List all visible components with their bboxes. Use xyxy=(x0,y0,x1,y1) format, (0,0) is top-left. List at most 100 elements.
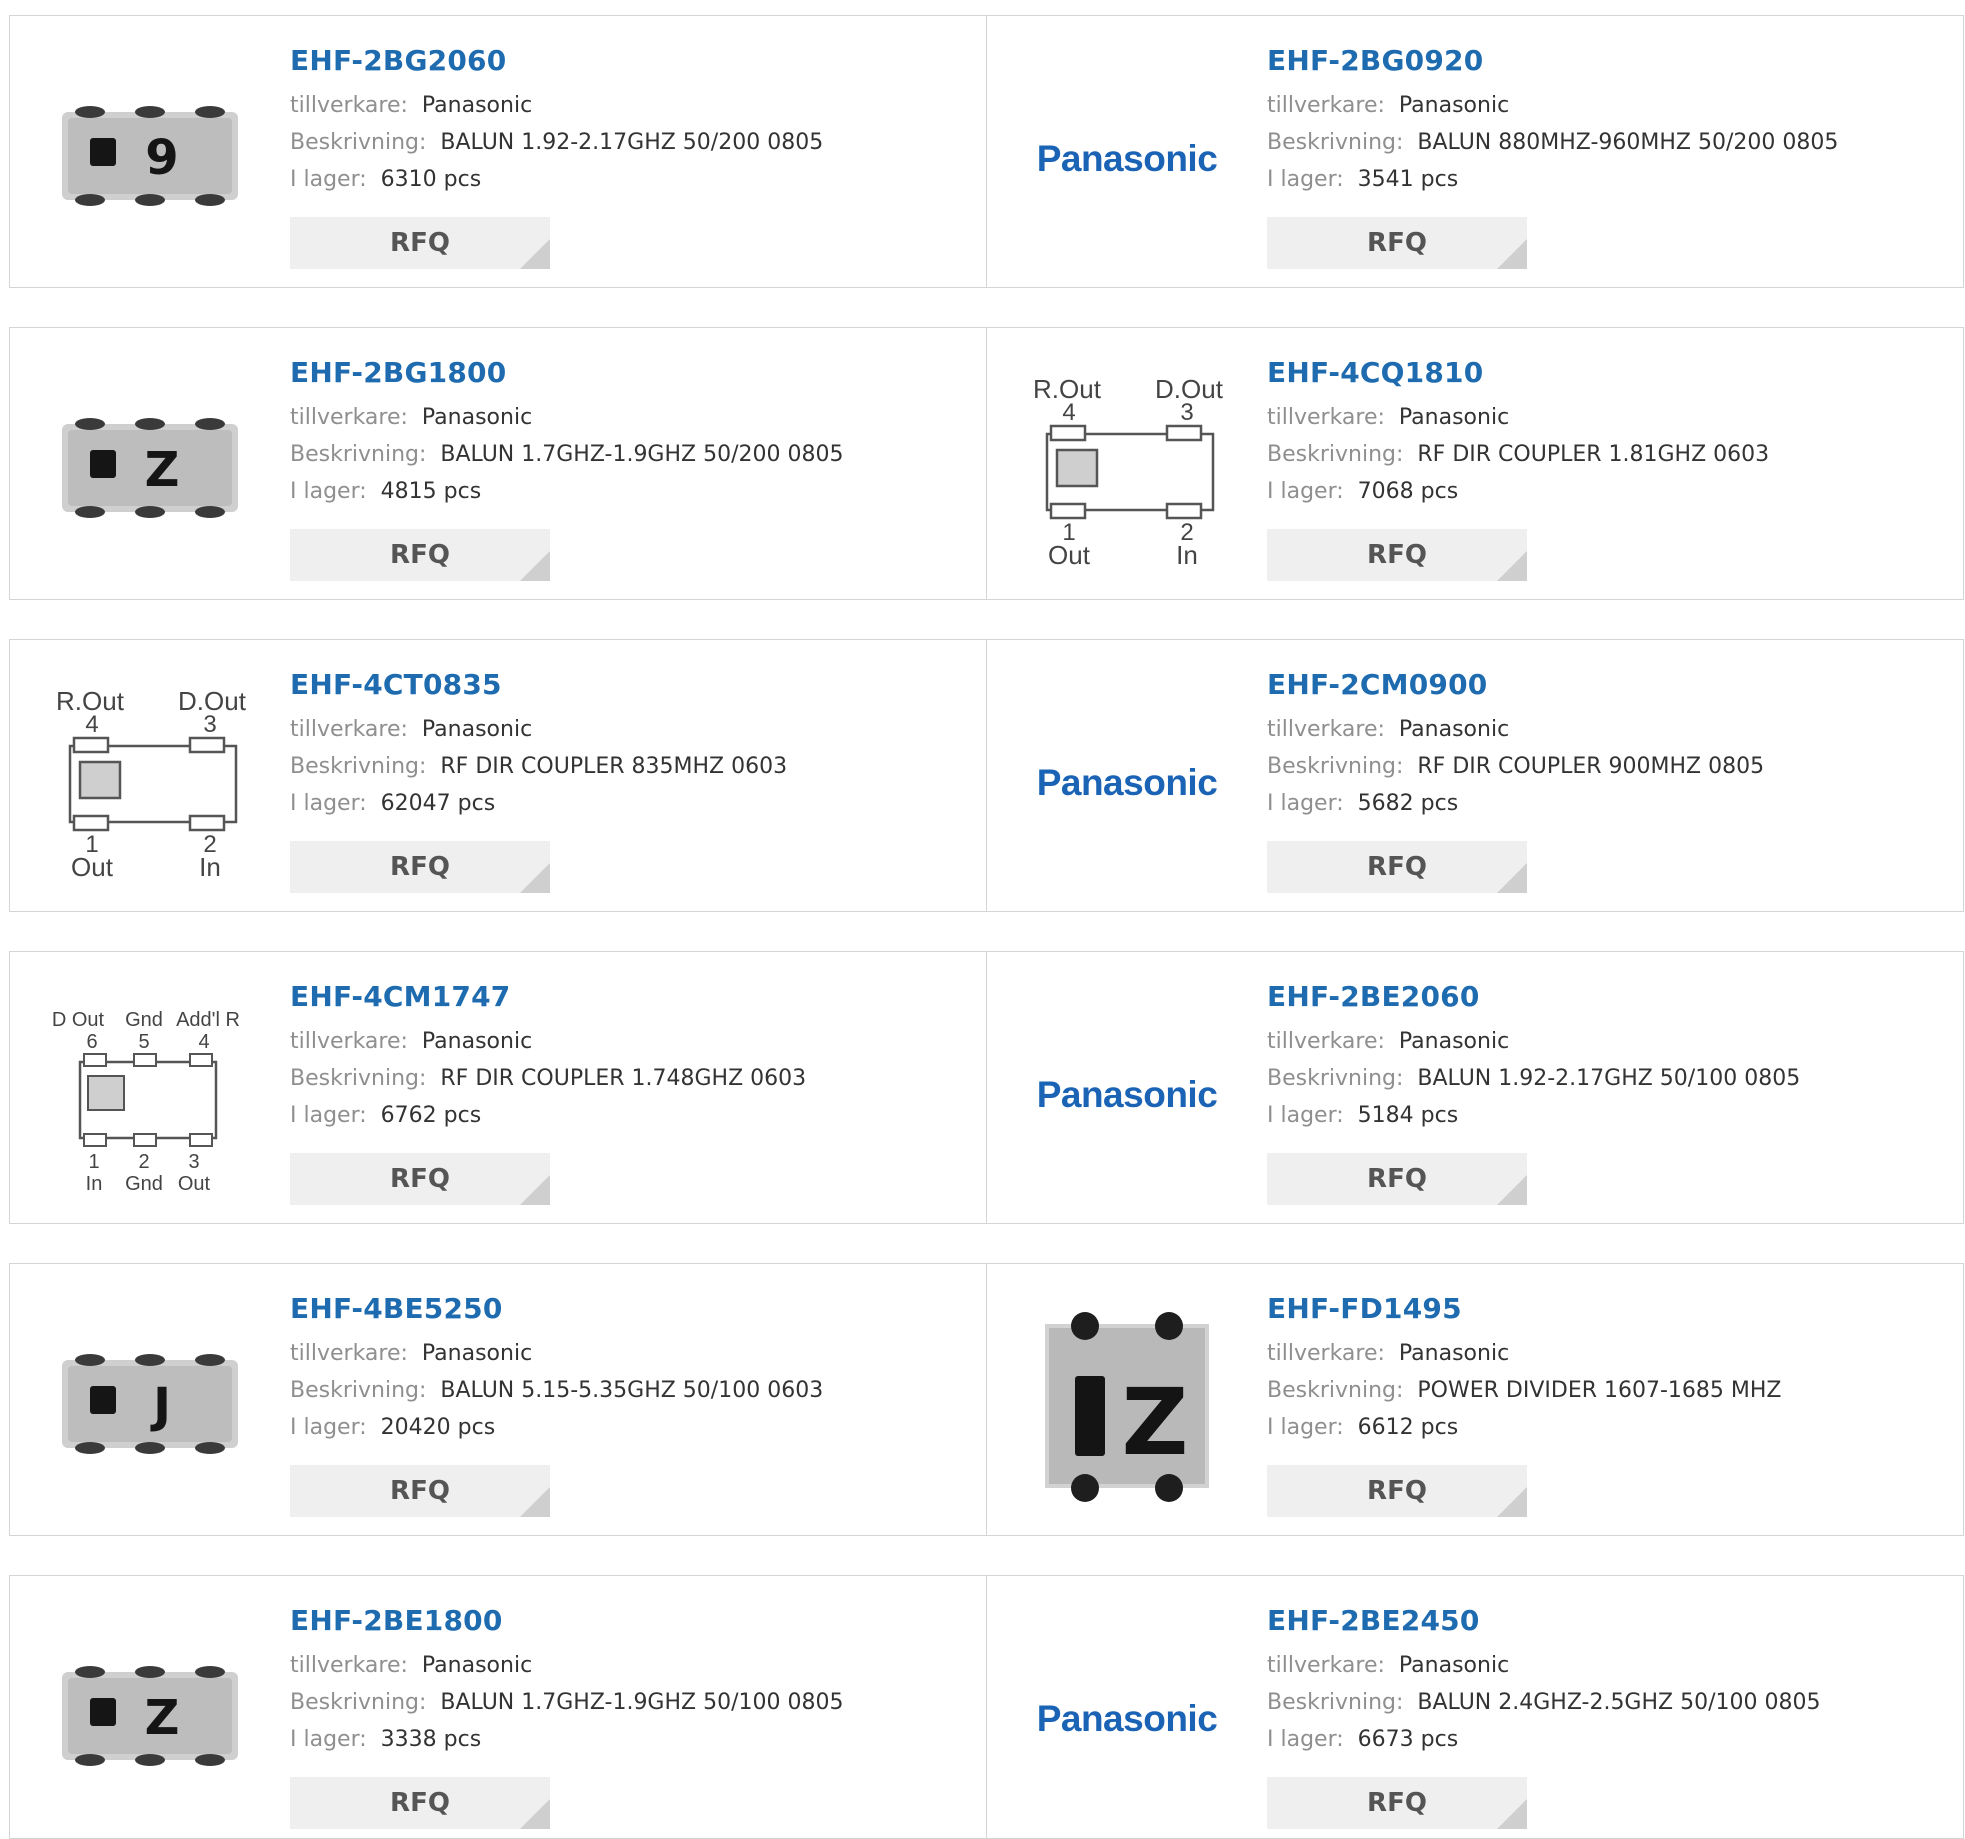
rfq-corner-decoration xyxy=(1497,1487,1527,1517)
pin-label: Out xyxy=(178,1173,211,1192)
panasonic-logo: Panasonic xyxy=(1027,56,1227,256)
stock-label: I lager: xyxy=(290,1727,367,1752)
description-label: Beskrivning: xyxy=(1267,1066,1404,1091)
rfq-button[interactable]: RFQ xyxy=(1267,1153,1527,1205)
rfq-button[interactable]: RFQ xyxy=(1267,1777,1527,1829)
product-info: EHF-2BG2060 tillverkare: Panasonic Beskri… xyxy=(290,44,823,192)
pin-label: In xyxy=(1176,540,1198,568)
rfq-button[interactable]: RFQ xyxy=(1267,841,1527,893)
product-name-link[interactable]: EHF-2BE2060 xyxy=(1267,980,1800,1013)
chip-marking: 9 xyxy=(145,130,178,186)
rfq-corner-decoration xyxy=(1497,1799,1527,1829)
rfq-label: RFQ xyxy=(390,1476,450,1506)
stock-value: 6310 pcs xyxy=(380,167,482,192)
rfq-button[interactable]: RFQ xyxy=(290,529,550,581)
description-line: Beskrivning: BALUN 5.15-5.35GHZ 50/100 06… xyxy=(290,1378,823,1403)
product-info: EHF-4CM1747 tillverkare: Panasonic Beskri… xyxy=(290,980,806,1128)
stock-line: I lager: 5682 pcs xyxy=(1267,791,1764,816)
manufacturer-label: tillverkare: xyxy=(1267,1341,1385,1366)
rfq-label: RFQ xyxy=(1367,1476,1427,1506)
product-name-link[interactable]: EHF-2CM0900 xyxy=(1267,668,1764,701)
rfq-button[interactable]: RFQ xyxy=(290,217,550,269)
product-row: D Out Gnd Add'l R 6 5 4 1 2 3 In Gnd Out… xyxy=(9,951,1964,1224)
pinout-diagram-image[interactable]: D Out Gnd Add'l R 6 5 4 1 2 3 In Gnd Out xyxy=(50,992,250,1192)
rfq-corner-decoration xyxy=(1497,239,1527,269)
description-line: Beskrivning: BALUN 1.7GHZ-1.9GHZ 50/100 0… xyxy=(290,1690,843,1715)
chip-marking: J xyxy=(150,1378,171,1434)
stock-line: I lager: 3541 pcs xyxy=(1267,167,1838,192)
chip-marking: Z xyxy=(1122,1369,1189,1476)
description-value: RF DIR COUPLER 900MHZ 0805 xyxy=(1417,754,1765,779)
product-image[interactable]: Z xyxy=(50,1616,250,1816)
rfq-button[interactable]: RFQ xyxy=(290,1465,550,1517)
description-line: Beskrivning: BALUN 1.92-2.17GHZ 50/200 08… xyxy=(290,130,823,155)
rfq-button[interactable]: RFQ xyxy=(290,841,550,893)
panasonic-logo: Panasonic xyxy=(1027,992,1227,1192)
product-name-link[interactable]: EHF-2BE1800 xyxy=(290,1604,843,1637)
manufacturer-label: tillverkare: xyxy=(1267,1653,1385,1678)
manufacturer-value: Panasonic xyxy=(1398,93,1510,118)
description-value: BALUN 1.7GHZ-1.9GHZ 50/200 0805 xyxy=(440,442,844,467)
pin-label: 6 xyxy=(86,1031,97,1053)
rfq-label: RFQ xyxy=(1367,540,1427,570)
pin-label: 4 xyxy=(1062,399,1075,426)
product-name-link[interactable]: EHF-4BE5250 xyxy=(290,1292,823,1325)
pin-label: Add'l R xyxy=(176,1009,240,1031)
manufacturer-line: tillverkare: Panasonic xyxy=(290,93,823,118)
manufacturer-value: Panasonic xyxy=(1398,405,1510,430)
stock-value: 20420 pcs xyxy=(380,1415,496,1440)
pinout-diagram-image[interactable]: R.Out D.Out 4 3 1 2 Out In xyxy=(1027,368,1227,568)
product-image[interactable]: 9 xyxy=(50,56,250,256)
rfq-corner-decoration xyxy=(520,863,550,893)
product-card: Panasonic EHF-2BE2450 tillverkare: Panaso… xyxy=(987,1576,1963,1838)
manufacturer-value: Panasonic xyxy=(1398,717,1510,742)
product-row: Z EHF-2BG1800 tillverkare: Panasonic Besk… xyxy=(9,327,1964,600)
stock-label: I lager: xyxy=(1267,479,1344,504)
rfq-button[interactable]: RFQ xyxy=(1267,1465,1527,1517)
rfq-corner-decoration xyxy=(1497,551,1527,581)
product-name-link[interactable]: EHF-4CQ1810 xyxy=(1267,356,1769,389)
brand-logo-text: Panasonic xyxy=(1036,1698,1218,1739)
product-name-link[interactable]: EHF-FD1495 xyxy=(1267,1292,1782,1325)
product-row: 9 EHF-2BG2060 tillverkare: Panasonic Besk… xyxy=(9,15,1964,288)
product-card: Panasonic EHF-2BE2060 tillverkare: Panaso… xyxy=(987,952,1963,1223)
pin-label: Gnd xyxy=(125,1173,163,1192)
product-image[interactable]: Z xyxy=(50,368,250,568)
rfq-label: RFQ xyxy=(1367,1164,1427,1194)
description-value: RF DIR COUPLER 835MHZ 0603 xyxy=(440,754,788,779)
rfq-button[interactable]: RFQ xyxy=(1267,529,1527,581)
manufacturer-value: Panasonic xyxy=(421,1341,533,1366)
description-value: BALUN 1.92-2.17GHZ 50/100 0805 xyxy=(1417,1066,1801,1091)
product-info: EHF-4BE5250 tillverkare: Panasonic Beskri… xyxy=(290,1292,823,1440)
stock-line: I lager: 6762 pcs xyxy=(290,1103,806,1128)
pin-label: Out xyxy=(1048,540,1091,568)
product-name-link[interactable]: EHF-2BE2450 xyxy=(1267,1604,1820,1637)
rfq-button[interactable]: RFQ xyxy=(290,1153,550,1205)
product-info: EHF-2BG0920 tillverkare: Panasonic Beskri… xyxy=(1267,44,1838,192)
manufacturer-label: tillverkare: xyxy=(290,405,408,430)
rfq-button[interactable]: RFQ xyxy=(1267,217,1527,269)
rfq-corner-decoration xyxy=(520,1799,550,1829)
rfq-corner-decoration xyxy=(520,551,550,581)
product-name-link[interactable]: EHF-2BG2060 xyxy=(290,44,823,77)
description-label: Beskrivning: xyxy=(290,1690,427,1715)
product-name-link[interactable]: EHF-2BG1800 xyxy=(290,356,843,389)
product-row: R.Out D.Out 4 3 1 2 Out In EHF-4CT0835 t… xyxy=(9,639,1964,912)
stock-label: I lager: xyxy=(1267,1415,1344,1440)
product-image[interactable]: J xyxy=(50,1304,250,1504)
product-image[interactable]: Z xyxy=(1027,1304,1227,1504)
description-line: Beskrivning: BALUN 880MHZ-960MHZ 50/200 0… xyxy=(1267,130,1838,155)
product-name-link[interactable]: EHF-2BG0920 xyxy=(1267,44,1838,77)
stock-line: I lager: 7068 pcs xyxy=(1267,479,1769,504)
stock-value: 6612 pcs xyxy=(1357,1415,1459,1440)
product-row: Z EHF-2BE1800 tillverkare: Panasonic Besk… xyxy=(9,1575,1964,1839)
product-card: Panasonic EHF-2CM0900 tillverkare: Panaso… xyxy=(987,640,1963,911)
product-card: 9 EHF-2BG2060 tillverkare: Panasonic Besk… xyxy=(10,16,986,287)
stock-label: I lager: xyxy=(290,167,367,192)
product-name-link[interactable]: EHF-4CT0835 xyxy=(290,668,787,701)
product-name-link[interactable]: EHF-4CM1747 xyxy=(290,980,806,1013)
rfq-corner-decoration xyxy=(520,1487,550,1517)
manufacturer-line: tillverkare: Panasonic xyxy=(290,1029,806,1054)
rfq-button[interactable]: RFQ xyxy=(290,1777,550,1829)
pinout-diagram-image[interactable]: R.Out D.Out 4 3 1 2 Out In xyxy=(50,680,250,880)
